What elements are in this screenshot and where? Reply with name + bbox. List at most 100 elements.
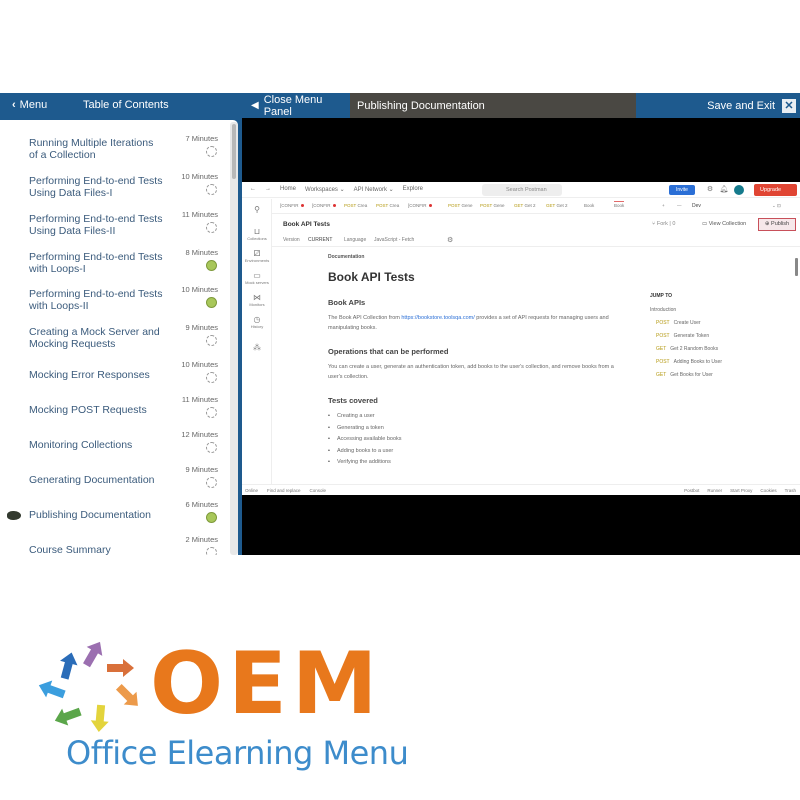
language-select[interactable]: JavaScript - Fetch	[374, 237, 414, 243]
sidebar-item-icon: ⚂	[253, 249, 261, 258]
close-menu-panel-label: Close Menu Panel	[263, 93, 323, 118]
postman-nav-item[interactable]: Workspaces ⌄	[305, 186, 345, 193]
book-apis-heading: Book APIs	[328, 298, 366, 307]
jump-to-entry[interactable]: POST Adding Books to User	[650, 359, 770, 365]
status-left-item[interactable]: Find and replace	[267, 488, 301, 493]
tab-method: POST	[344, 203, 357, 208]
environment-selector[interactable]: Dev	[692, 203, 701, 209]
view-collection-button[interactable]: ▭ View Collection	[702, 221, 746, 227]
postman-sidebar-item[interactable]: ⊔ Collections	[242, 227, 272, 241]
request-tab[interactable]: Book	[614, 201, 625, 208]
notifications-icon[interactable]: 🔔︎	[719, 185, 729, 195]
save-exit-area: Save and Exit ✕	[636, 93, 800, 118]
oem-logo: OEM Office Elearning Menu	[38, 638, 409, 778]
toc-scrollbar[interactable]	[230, 122, 238, 555]
toc-item[interactable]: Performing End-to-end Tests Using Data F…	[0, 172, 228, 206]
jump-to-entry[interactable]: POST Create User	[650, 320, 770, 326]
settings-icon[interactable]: ⚙	[705, 185, 715, 195]
tab-label: Get 2	[556, 203, 568, 208]
environment-settings-icon[interactable]: ⌄ ⊡	[772, 203, 781, 209]
close-menu-panel-button[interactable]: ◀ Close Menu Panel	[242, 93, 350, 118]
status-complete-icon	[206, 297, 217, 308]
sidebar-item-label: History	[250, 324, 264, 329]
toc-item[interactable]: Publishing Documentation 6 Minutes	[0, 500, 228, 534]
toc-item-label: Performing End-to-end Tests Using Data F…	[29, 175, 163, 199]
jump-to-entry[interactable]: GET Get Books for User	[650, 372, 770, 378]
request-tab[interactable]: [CONFIR	[280, 203, 304, 208]
toc-item-duration: 9 Minutes	[185, 323, 218, 332]
chevron-left-icon: ‹	[12, 99, 16, 111]
jump-to-introduction[interactable]: Introduction	[650, 307, 770, 313]
toc-item[interactable]: Running Multiple Iterations of a Collect…	[0, 134, 228, 168]
postman-nav-item[interactable]: Home	[280, 186, 296, 193]
status-right-item[interactable]: Cookies	[760, 488, 776, 493]
toc-item[interactable]: Performing End-to-end Tests with Loops-I…	[0, 285, 228, 319]
status-right-item[interactable]: Postbot	[684, 488, 699, 493]
request-tab[interactable]: POST Gene	[480, 203, 504, 208]
menu-button[interactable]: ‹ Menu	[12, 99, 47, 111]
fork-button[interactable]: ⑂ Fork | 0	[652, 221, 675, 227]
upgrade-button[interactable]: Upgrade	[754, 184, 797, 196]
publish-button[interactable]: ⊕ Publish	[758, 218, 796, 231]
postman-nav-item[interactable]: Explore	[403, 186, 423, 193]
postman-sidebar-item[interactable]: ⁂	[242, 343, 272, 352]
request-tab[interactable]: POST Crea	[344, 203, 367, 208]
version-row: Version CURRENT Language JavaScript - Fe…	[272, 233, 800, 247]
toc-item[interactable]: Generating Documentation 9 Minutes	[0, 465, 228, 499]
sidebar-item-label: Mock servers	[245, 280, 269, 285]
doc-heading: Book API Tests	[328, 270, 415, 284]
close-icon[interactable]: ✕	[782, 98, 796, 113]
video-player[interactable]: ← → Home Workspaces ⌄ API Network ⌄ Explore S…	[242, 118, 800, 555]
postman-sidebar-item[interactable]: ◷ History	[242, 315, 272, 329]
request-tab[interactable]: Book	[584, 203, 594, 208]
toc-item[interactable]: Mocking Error Responses 10 Minutes	[0, 360, 228, 394]
postman-sidebar-item[interactable]: ⋈ Monitors	[242, 293, 272, 307]
postman-sidebar-item[interactable]: ⚂ Environments	[242, 249, 272, 263]
request-tab[interactable]: POST Gene	[448, 203, 472, 208]
toc-item[interactable]: Performing End-to-end Tests with Loops-I…	[0, 248, 228, 282]
course-player-topbar: ‹ Menu Table of Contents ◀ Close Menu Pa…	[0, 93, 800, 118]
status-left-item[interactable]: Console	[310, 488, 327, 493]
postman-header: ← → Home Workspaces ⌄ API Network ⌄ Explore S…	[242, 182, 800, 198]
postman-nav-item[interactable]: API Network ⌄	[354, 186, 394, 193]
toc-item[interactable]: Performing End-to-end Tests Using Data F…	[0, 210, 228, 244]
toc-item[interactable]: Mocking POST Requests 11 Minutes	[0, 395, 228, 429]
toc-scrollbar-thumb[interactable]	[232, 124, 236, 179]
request-tab[interactable]: [CONFIR	[408, 203, 432, 208]
postman-nav-item[interactable]: →	[265, 186, 271, 193]
request-tab[interactable]: [CONFIR	[312, 203, 336, 208]
toc-item[interactable]: Monitoring Collections 12 Minutes	[0, 430, 228, 464]
bookstore-link[interactable]: https://bookstore.toolsqa.com/	[401, 315, 474, 321]
toc-item[interactable]: Creating a Mock Server and Mocking Reque…	[0, 323, 228, 357]
status-right-item[interactable]: Trash	[785, 488, 796, 493]
invite-button[interactable]: Invite	[669, 185, 695, 195]
settings-icon[interactable]: ⚙	[447, 236, 453, 244]
status-left-item[interactable]: Online	[245, 488, 258, 493]
documentation-content: Documentation Book API Tests Book APIs T…	[328, 254, 628, 469]
version-select[interactable]: CURRENT	[308, 237, 332, 243]
jump-to-entry[interactable]: GET Get 2 Random Books	[650, 346, 770, 352]
status-right-item[interactable]: Runner	[707, 488, 722, 493]
request-tab[interactable]: GET Get 2	[546, 203, 567, 208]
postman-sidebar-item[interactable]: ⚲	[242, 205, 272, 214]
toc-item-label: Creating a Mock Server and Mocking Reque…	[29, 326, 160, 350]
sidebar-item-label: Monitors	[249, 302, 265, 307]
status-right-item[interactable]: Start Proxy	[730, 488, 752, 493]
toc-item[interactable]: Course Summary 2 Minutes	[0, 535, 228, 555]
sidebar-item-label: Environments	[244, 258, 270, 263]
postman-nav-item[interactable]: ←	[250, 186, 256, 193]
postman-search-input[interactable]: Search Postman	[482, 184, 562, 196]
request-tab[interactable]: GET Get 2	[514, 203, 535, 208]
doc-scrollbar[interactable]	[795, 258, 798, 276]
menu-button-label: Menu	[19, 99, 48, 111]
avatar[interactable]	[734, 185, 744, 195]
request-tab[interactable]: POST Crea	[376, 203, 399, 208]
postman-sidebar-item[interactable]: ▭ Mock servers	[242, 271, 272, 285]
fork-icon: ⑂	[652, 221, 656, 227]
tab-overflow-button[interactable]: —	[677, 203, 682, 208]
postman-window: ← → Home Workspaces ⌄ API Network ⌄ Explore S…	[242, 182, 800, 495]
new-tab-button[interactable]: +	[662, 203, 665, 208]
save-and-exit-button[interactable]: Save and Exit	[707, 100, 775, 112]
jump-to-entry[interactable]: POST Generate Token	[650, 333, 770, 339]
entry-label: Get 2 Random Books	[670, 346, 719, 352]
